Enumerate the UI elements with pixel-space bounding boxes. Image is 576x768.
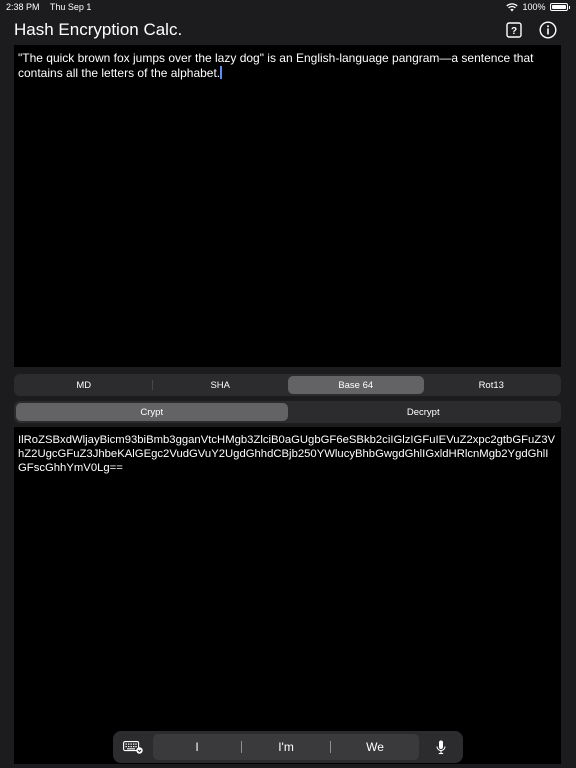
wifi-icon [506, 2, 519, 11]
keyboard-dismiss-icon [123, 740, 143, 754]
svg-text:?: ? [511, 26, 517, 37]
page-title: Hash Encryption Calc. [14, 20, 183, 39]
suggestion-2[interactable]: I'm [242, 740, 330, 754]
input-text: "The quick brown fox jumps over the lazy… [18, 51, 537, 80]
dictation-button[interactable] [419, 740, 463, 755]
segment-rot13[interactable]: Rot13 [424, 376, 560, 394]
suggestion-3[interactable]: We [331, 740, 419, 754]
segment-md[interactable]: MD [16, 376, 152, 394]
battery-percent: 100% [522, 2, 546, 12]
status-bar: 2:38 PM Thu Sep 1 100% [0, 0, 576, 14]
status-date: Thu Sep 1 [49, 2, 92, 12]
mode-segmented-control[interactable]: Crypt Decrypt [14, 401, 561, 423]
segment-crypt[interactable]: Crypt [16, 403, 288, 421]
help-button[interactable]: ? [504, 20, 524, 40]
battery-icon [549, 3, 568, 11]
suggestion-bar: I I'm We [153, 734, 419, 760]
algorithm-segmented-control[interactable]: MD SHA Base 64 Rot13 [14, 374, 561, 396]
segment-base64[interactable]: Base 64 [288, 376, 424, 394]
output-text-area[interactable]: IlRoZSBxdWljayBicm93biBmb3gganVtcHMgb3Zl… [14, 427, 561, 764]
status-time: 2:38 PM [6, 2, 40, 12]
segment-decrypt[interactable]: Decrypt [288, 403, 560, 421]
info-circle-icon [539, 21, 557, 39]
input-text-area[interactable]: "The quick brown fox jumps over the lazy… [14, 45, 561, 367]
keyboard-dismiss-button[interactable] [113, 740, 153, 754]
suggestion-1[interactable]: I [153, 740, 241, 754]
keyboard-shortcut-bar: I I'm We [113, 731, 463, 763]
text-cursor [220, 65, 222, 79]
microphone-icon [436, 740, 446, 754]
info-button[interactable] [538, 20, 558, 40]
output-text: IlRoZSBxdWljayBicm93biBmb3gganVtcHMgb3Zl… [18, 434, 556, 474]
question-box-icon: ? [506, 22, 522, 38]
segment-sha[interactable]: SHA [153, 376, 289, 394]
